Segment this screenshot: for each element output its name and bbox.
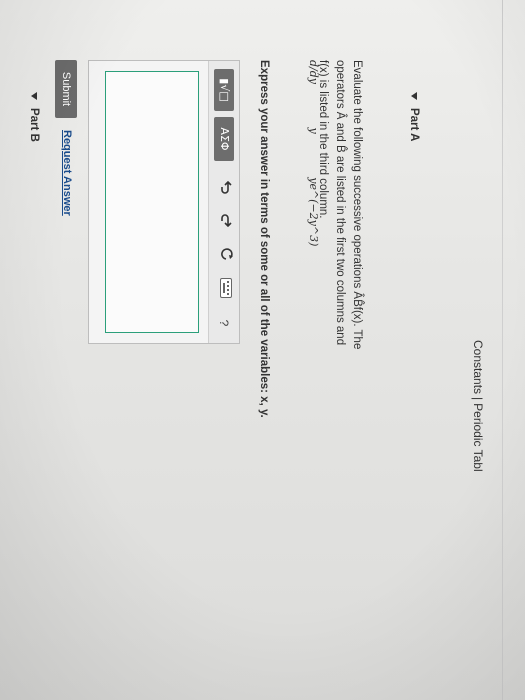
- greek-symbols-button[interactable]: ΑΣΦ: [214, 117, 234, 161]
- request-answer-link[interactable]: Request Answer: [61, 130, 73, 216]
- part-a-header[interactable]: Part A: [408, 92, 420, 141]
- function-f: ye^(−2y^3): [307, 177, 320, 247]
- reset-icon[interactable]: [214, 245, 234, 263]
- collapse-triangle-icon: [31, 92, 38, 100]
- collapse-triangle-icon: [411, 92, 418, 100]
- undo-icon[interactable]: [214, 179, 234, 197]
- header-links: Constants | Periodic Tabl: [471, 340, 485, 472]
- part-b-label: Part B: [28, 108, 40, 142]
- part-a-label: Part A: [408, 108, 420, 142]
- part-b-header[interactable]: Part B: [28, 92, 40, 142]
- header-separator: |: [471, 397, 485, 401]
- periodic-table-link[interactable]: Periodic Tabl: [471, 403, 485, 471]
- page: Constants | Periodic Tabl Part A Evaluate …: [0, 0, 525, 700]
- answer-editor: ▮√□ ΑΣΦ ?: [88, 60, 240, 344]
- question-text: Evaluate the following successive operat…: [317, 60, 363, 350]
- operator-b: y: [307, 127, 320, 134]
- redo-icon[interactable]: [214, 211, 234, 229]
- help-button[interactable]: ?: [214, 315, 234, 331]
- header-divider: [502, 0, 503, 700]
- constants-link[interactable]: Constants: [471, 340, 485, 394]
- template-button[interactable]: ▮√□: [214, 69, 234, 111]
- screen-photo: Constants | Periodic Tabl Part A Evaluate …: [0, 0, 525, 700]
- rotated-page: Constants | Periodic Tabl Part A Evaluate …: [0, 0, 525, 700]
- submit-button[interactable]: Submit: [55, 60, 77, 118]
- answer-input[interactable]: [105, 71, 199, 333]
- answer-instruction: Express your answer in terms of some or …: [258, 60, 270, 418]
- editor-toolbar: ▮√□ ΑΣΦ ?: [208, 61, 239, 343]
- keyboard-icon[interactable]: [214, 277, 234, 299]
- operator-a: d/dy: [307, 60, 320, 85]
- operators-row: d/dy y ye^(−2y^3): [307, 60, 320, 286]
